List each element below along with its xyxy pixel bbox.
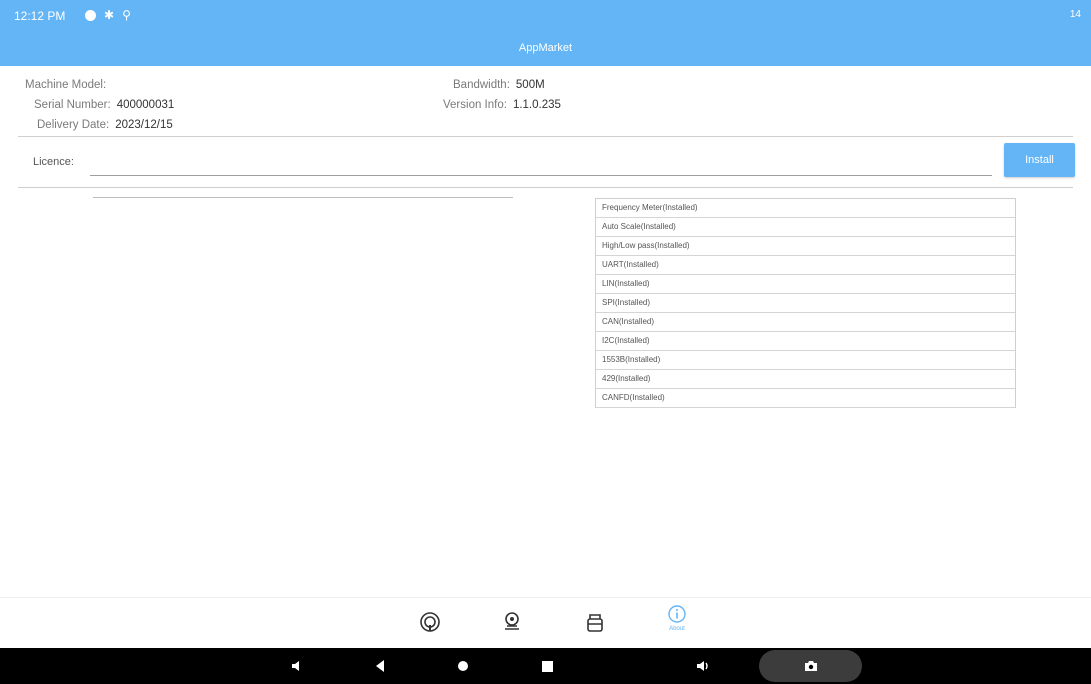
home-icon xyxy=(458,661,468,671)
app-title: AppMarket xyxy=(518,42,573,54)
bandwidth-label: Bandwidth: xyxy=(453,79,510,91)
nav-item-about[interactable]: About xyxy=(655,604,699,632)
recents-button[interactable] xyxy=(535,648,559,684)
feature-list-item: CANFD(Installed) xyxy=(596,389,1015,408)
back-button[interactable] xyxy=(368,648,392,684)
version-info-label: Version Info: xyxy=(443,99,507,111)
app-title-bar: AppMarket xyxy=(0,34,1091,66)
camera-icon xyxy=(805,661,817,671)
nav-about-label: About xyxy=(669,626,685,632)
status-icons: ✱ ⚲ xyxy=(85,8,131,22)
info-divider xyxy=(18,136,1073,137)
delivery-date-row: Delivery Date: 2023/12/15 xyxy=(37,119,173,131)
serial-number-row: Serial Number: 400000031 xyxy=(34,99,174,111)
package-icon xyxy=(587,614,603,632)
bottom-nav: About xyxy=(0,597,1091,648)
feature-list-item: High/Low pass(Installed) xyxy=(596,237,1015,256)
info-icon xyxy=(668,605,686,623)
status-right-indicator: 14 xyxy=(1069,9,1081,20)
feature-list: Frequency Meter(Installed) Auto Scale(Ins… xyxy=(595,198,1016,408)
feature-list-item: 1553B(Installed) xyxy=(596,351,1015,370)
version-info-row: Version Info: 1.1.0.235 xyxy=(443,99,561,111)
status-bar: 12:12 PM ✱ ⚲ 14 xyxy=(0,0,1091,34)
delivery-date-value: 2023/12/15 xyxy=(115,119,173,131)
serial-number-value: 400000031 xyxy=(116,99,175,111)
nav-item-scan[interactable] xyxy=(408,611,452,633)
volume-up-icon xyxy=(697,661,708,671)
feature-list-item: CAN(Installed) xyxy=(596,313,1015,332)
serial-number-label: Serial Number: xyxy=(34,99,111,111)
install-button[interactable]: Install xyxy=(1004,143,1075,177)
screenshot-button[interactable] xyxy=(799,648,823,684)
bandwidth-row: Bandwidth: 500M xyxy=(453,79,545,91)
location-pin-icon xyxy=(505,612,519,630)
delivery-date-label: Delivery Date: xyxy=(37,119,110,131)
system-nav-bar xyxy=(0,648,1091,684)
feature-list-item: UART(Installed) xyxy=(596,256,1015,275)
licence-label: Licence: xyxy=(33,156,74,168)
feature-list-item: LIN(Installed) xyxy=(596,275,1015,294)
notification-dot-icon xyxy=(85,9,96,21)
location-icon: ⚲ xyxy=(122,8,131,22)
circle-target-icon xyxy=(420,612,440,632)
machine-model-label: Machine Model: xyxy=(25,79,107,91)
volume-down-button[interactable] xyxy=(285,648,309,684)
star-icon: ✱ xyxy=(104,8,115,22)
recents-icon xyxy=(541,660,553,672)
feature-list-item: I2C(Installed) xyxy=(596,332,1015,351)
nav-item-apps[interactable] xyxy=(573,611,617,633)
volume-down-icon xyxy=(292,661,299,671)
left-panel-divider xyxy=(93,197,513,198)
version-info-value: 1.1.0.235 xyxy=(512,99,561,111)
feature-list-item: Auto Scale(Installed) xyxy=(596,218,1015,237)
licence-divider xyxy=(18,187,1073,188)
volume-up-button[interactable] xyxy=(692,648,716,684)
feature-list-item: 429(Installed) xyxy=(596,370,1015,389)
nav-item-location[interactable] xyxy=(490,611,534,633)
status-time: 12:12 PM xyxy=(14,9,66,23)
feature-list-item: SPI(Installed) xyxy=(596,294,1015,313)
home-button[interactable] xyxy=(451,648,475,684)
bandwidth-value: 500M xyxy=(515,79,545,91)
machine-model-row: Machine Model: xyxy=(25,79,112,91)
licence-input[interactable] xyxy=(90,150,992,176)
feature-list-item: Frequency Meter(Installed) xyxy=(596,199,1015,218)
back-icon xyxy=(376,660,384,672)
